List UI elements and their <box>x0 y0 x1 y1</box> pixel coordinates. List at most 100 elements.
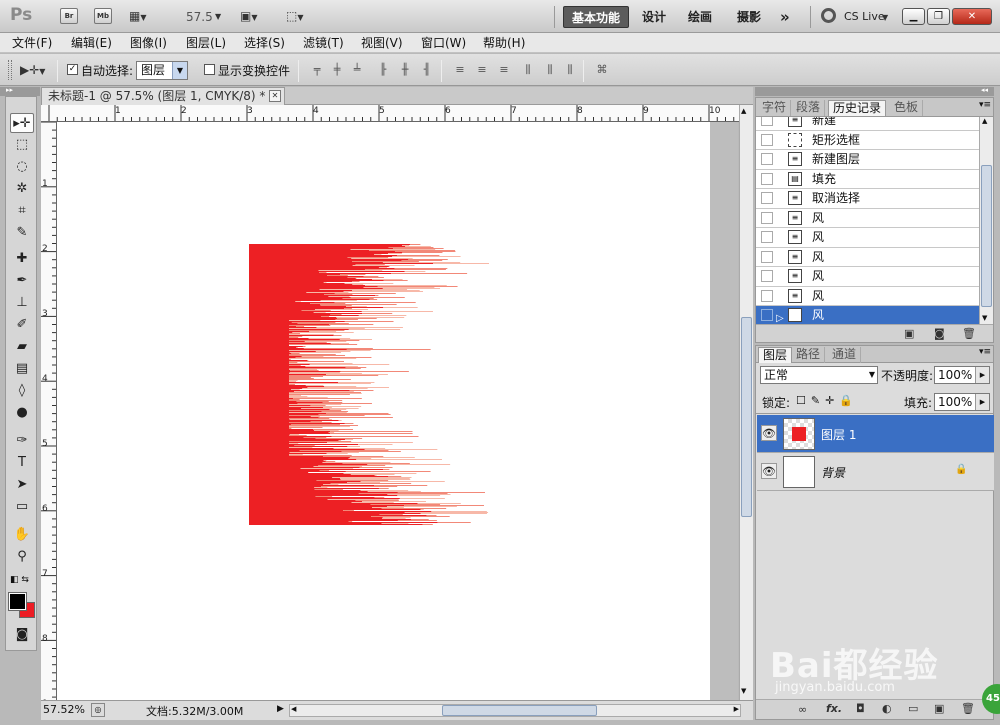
history-item[interactable]: ≡ 新建图层 <box>756 150 979 170</box>
visibility-eye-icon[interactable]: 👁 <box>761 463 777 479</box>
h-scroll-thumb[interactable] <box>442 705 597 716</box>
align-left-icon[interactable]: ╟ <box>376 63 390 77</box>
align-bottom-icon[interactable]: ╧ <box>350 63 364 77</box>
tab-character[interactable]: 字符 <box>758 100 792 116</box>
panel-collapse-bar[interactable]: ◂◂ <box>755 86 994 96</box>
status-menu-arrow-icon[interactable]: ▶ <box>277 704 284 714</box>
status-options-icon[interactable]: ◎ <box>91 703 105 717</box>
menu-edit[interactable]: 编辑(E) <box>71 35 112 51</box>
restore-button[interactable]: ❐ <box>927 8 950 25</box>
history-item[interactable]: 矩形选框 <box>756 130 979 150</box>
path-selection-tool-icon[interactable]: ➤ <box>10 475 34 495</box>
view-extras-icon[interactable]: ▦▼ <box>129 8 147 26</box>
document-vertical-scrollbar[interactable]: ▲ ▼ <box>739 105 753 700</box>
history-scrollbar[interactable]: ▲ ▼ <box>979 117 993 324</box>
menu-image[interactable]: 图像(I) <box>130 35 167 51</box>
layer-name[interactable]: 背景 <box>821 464 845 481</box>
history-item[interactable]: ≡ 风 <box>756 208 979 228</box>
history-item[interactable]: ≡ 风 <box>756 228 979 248</box>
menu-help[interactable]: 帮助(H) <box>483 35 525 51</box>
marquee-tool-icon[interactable]: ⬚ <box>10 135 34 155</box>
history-item[interactable]: ≡ 新建 <box>756 117 979 131</box>
close-button[interactable]: ✕ <box>952 8 992 25</box>
panel-menu-icon[interactable]: ▾≡ <box>979 100 991 110</box>
crop-tool-icon[interactable]: ⌗ <box>10 201 34 221</box>
new-snapshot-icon[interactable]: ◙ <box>934 327 945 340</box>
auto-select-checkbox[interactable]: ✓ <box>67 64 78 75</box>
type-tool-icon[interactable]: T <box>10 453 34 473</box>
hand-tool-icon[interactable]: ✋ <box>10 525 34 545</box>
fill-field[interactable]: 100% ▶ <box>934 393 990 411</box>
arrange-documents-icon[interactable]: ▣▼ <box>240 8 258 26</box>
tab-channels[interactable]: 通道 <box>828 347 862 363</box>
scroll-down-icon[interactable]: ▼ <box>741 687 746 695</box>
blend-mode-dropdown[interactable]: 正常 ▼ <box>760 366 878 384</box>
history-item[interactable]: ≡ 风 <box>756 267 979 287</box>
opacity-field[interactable]: 100% ▶ <box>934 366 990 384</box>
history-item[interactable]: ▤ 填充 <box>756 169 979 189</box>
align-right-icon[interactable]: ╢ <box>420 63 434 77</box>
distribute-right-icon[interactable]: ⫼ <box>563 63 577 77</box>
workspace-design-button[interactable]: 设计 <box>634 6 674 28</box>
history-item-selected[interactable]: ▷ ≡ 风 <box>756 306 979 324</box>
opacity-slider-icon[interactable]: ▶ <box>975 367 989 383</box>
close-document-icon[interactable]: ✕ <box>269 90 281 102</box>
align-vcenter-icon[interactable]: ╪ <box>330 63 344 77</box>
link-layers-icon[interactable]: ∞ <box>798 703 807 716</box>
move-tool-preset-icon[interactable]: ▶✛▼ <box>20 62 45 80</box>
layer-style-icon[interactable]: fx. <box>826 702 842 715</box>
tab-history[interactable]: 历史记录 <box>828 100 887 116</box>
menu-window[interactable]: 窗口(W) <box>421 35 466 51</box>
adjustment-layer-icon[interactable]: ◐ <box>882 702 892 715</box>
more-workspaces-button[interactable]: » <box>772 6 798 28</box>
eraser-tool-icon[interactable]: ▰ <box>10 337 34 357</box>
align-hcenter-icon[interactable]: ╫ <box>398 63 412 77</box>
stamp-tool-icon[interactable]: ⊥ <box>10 293 34 313</box>
menu-filter[interactable]: 滤镜(T) <box>303 35 344 51</box>
cs-live-button[interactable]: CS Live <box>844 10 885 23</box>
pen-tool-icon[interactable]: ✑ <box>10 431 34 451</box>
screen-mode-icon[interactable]: ⬚▼ <box>286 8 304 26</box>
tab-paragraph[interactable]: 段落 <box>792 100 826 116</box>
menu-select[interactable]: 选择(S) <box>244 35 285 51</box>
move-tool-icon[interactable]: ▸✛ <box>10 113 34 133</box>
document-tab[interactable]: 未标题-1 @ 57.5% (图层 1, CMYK/8) * ✕ <box>41 87 285 105</box>
dodge-tool-icon[interactable]: ● <box>10 403 34 423</box>
delete-layer-icon[interactable]: 🗑 <box>961 702 975 715</box>
zoom-tool-icon[interactable]: ⚲ <box>10 547 34 567</box>
foreground-color-swatch[interactable] <box>8 592 27 611</box>
auto-align-icon[interactable]: ⌘ <box>595 63 609 77</box>
scroll-thumb[interactable] <box>741 317 752 517</box>
distribute-hcenter-icon[interactable]: ⫼ <box>543 63 557 77</box>
distribute-vcenter-icon[interactable]: ≡ <box>475 63 489 77</box>
panel-menu-icon[interactable]: ▾≡ <box>979 347 991 357</box>
layer-row-layer1[interactable]: 👁 图层 1 <box>757 415 994 453</box>
quick-mask-icon[interactable]: ◙ <box>10 625 34 645</box>
quick-selection-tool-icon[interactable]: ✲ <box>10 179 34 199</box>
toolbar-collapse-bar[interactable]: ▸▸ <box>0 86 40 96</box>
distribute-left-icon[interactable]: ⫼ <box>521 63 535 77</box>
cs-live-dropdown-icon[interactable]: ▼ <box>882 13 888 22</box>
history-item[interactable]: ≡ 取消选择 <box>756 189 979 209</box>
scroll-left-icon[interactable]: ◀ <box>291 705 296 713</box>
document-canvas[interactable] <box>57 122 710 700</box>
layer-row-background[interactable]: 👁 背景 🔒 <box>757 453 994 491</box>
grip-handle[interactable] <box>8 60 12 80</box>
add-mask-icon[interactable]: ◘ <box>856 702 865 715</box>
menu-layer[interactable]: 图层(L) <box>186 35 226 51</box>
shape-tool-icon[interactable]: ▭ <box>10 497 34 517</box>
history-item[interactable]: ≡ 风 <box>756 286 979 306</box>
tab-layers[interactable]: 图层 <box>758 347 793 363</box>
minimize-button[interactable]: ▁ <box>902 8 925 25</box>
history-brush-tool-icon[interactable]: ✐ <box>10 315 34 335</box>
distribute-top-icon[interactable]: ≡ <box>453 63 467 77</box>
menu-file[interactable]: 文件(F) <box>12 35 52 51</box>
brush-tool-icon[interactable]: ✒ <box>10 271 34 291</box>
workspace-painting-button[interactable]: 绘画 <box>680 6 720 28</box>
gradient-tool-icon[interactable]: ▤ <box>10 359 34 379</box>
show-transform-checkbox[interactable] <box>204 64 215 75</box>
layer-name[interactable]: 图层 1 <box>821 426 856 443</box>
default-colors-icon[interactable]: ◧ ⇆ <box>10 575 29 585</box>
lock-icons[interactable]: ☐✎✛🔒 <box>796 394 858 407</box>
eyedropper-tool-icon[interactable]: ✎ <box>10 223 34 243</box>
